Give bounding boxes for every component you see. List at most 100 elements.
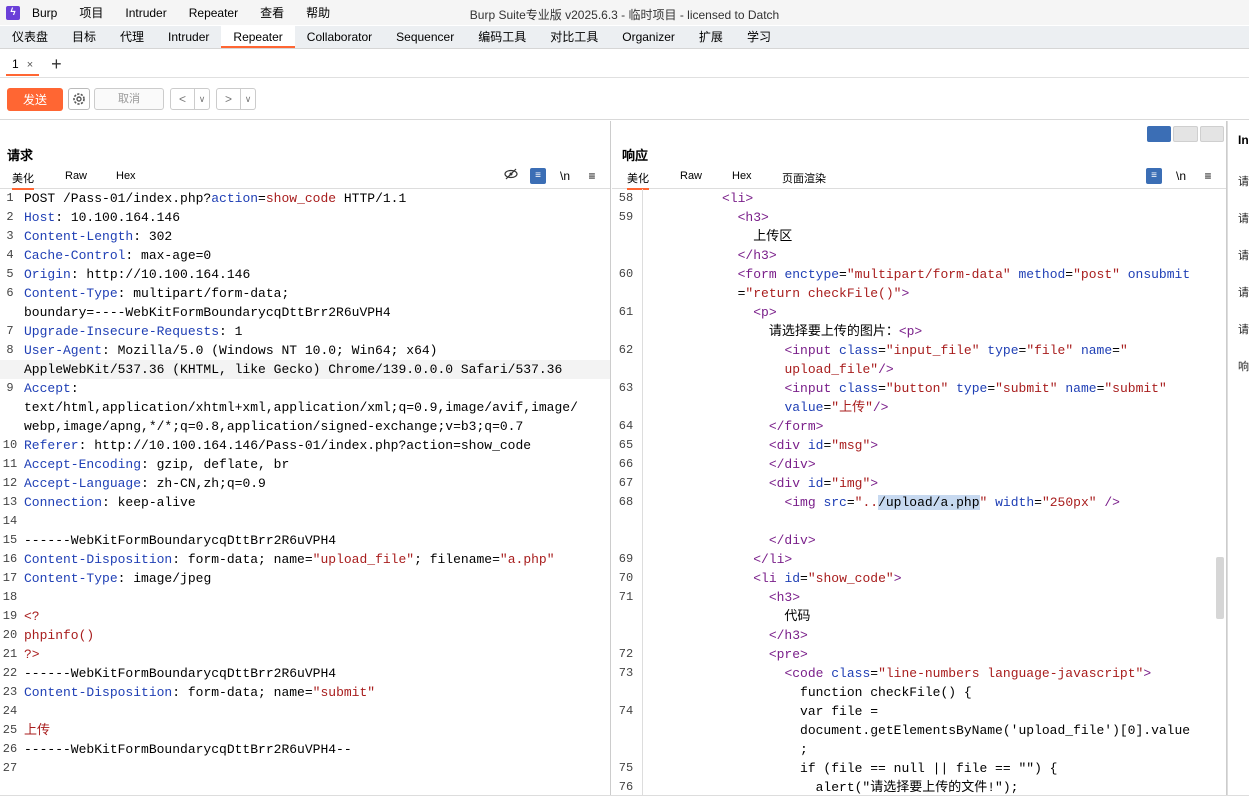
tab-sequencer[interactable]: Sequencer <box>384 26 466 48</box>
code-line[interactable]: 64 </form> <box>612 417 1226 436</box>
code-line[interactable]: AppleWebKit/537.36 (KHTML, like Gecko) C… <box>0 360 610 379</box>
tab-decoder[interactable]: 编码工具 <box>466 26 538 48</box>
code-line[interactable]: 66 </div> <box>612 455 1226 474</box>
forward-button[interactable]: > <box>217 89 241 109</box>
back-button[interactable]: < <box>171 89 195 109</box>
code-line[interactable]: 75 if (file == null || file == "") { <box>612 759 1226 778</box>
inspector-item[interactable]: 请 <box>1238 247 1249 263</box>
send-button[interactable]: 发送 <box>7 87 63 111</box>
tab-organizer[interactable]: Organizer <box>610 26 687 48</box>
code-line[interactable]: 代码 <box>612 607 1226 626</box>
response-scrollbar[interactable] <box>1216 557 1224 619</box>
code-line[interactable]: 20 phpinfo() <box>0 626 610 645</box>
code-line[interactable]: 67 <div id="img"> <box>612 474 1226 493</box>
code-line[interactable]: 12 Accept-Language: zh-CN,zh;q=0.9 <box>0 474 610 493</box>
code-line[interactable]: 3 Content-Length: 302 <box>0 227 610 246</box>
code-line[interactable]: 23 Content-Disposition: form-data; name="… <box>0 683 610 702</box>
code-line[interactable]: 27 <box>0 759 610 778</box>
wrap-icon[interactable]: ≡ <box>530 168 546 184</box>
code-line[interactable]: ; <box>612 740 1226 759</box>
menu-intruder[interactable]: Intruder <box>125 6 166 20</box>
tab-learn[interactable]: 学习 <box>735 26 783 48</box>
code-line[interactable]: document.getElementsByName('upload_file'… <box>612 721 1226 740</box>
newline-icon[interactable]: \n <box>557 168 573 184</box>
newline-icon[interactable]: \n <box>1173 168 1189 184</box>
inspector-item[interactable]: 请 <box>1238 173 1249 189</box>
stacked-view-button[interactable] <box>1173 126 1198 142</box>
code-line[interactable]: 9 Accept: <box>0 379 610 398</box>
response-editor[interactable]: 58 <li> 59 <h3> 上传区 </h3> 60 <form enctype… <box>612 189 1226 797</box>
wrap-icon[interactable]: ≡ <box>1146 168 1162 184</box>
back-dropdown-icon[interactable]: ∨ <box>195 89 209 109</box>
code-line[interactable]: 2 Host: 10.100.164.146 <box>0 208 610 227</box>
code-line[interactable]: 15 ------WebKitFormBoundarycqDttBrr2R6uVP… <box>0 531 610 550</box>
inspector-item[interactable]: 请 <box>1238 284 1249 300</box>
code-line[interactable]: 71 <h3> <box>612 588 1226 607</box>
tab-repeater[interactable]: Repeater <box>221 26 295 48</box>
forward-dropdown-icon[interactable]: ∨ <box>241 89 255 109</box>
code-line[interactable]: 69 </li> <box>612 550 1226 569</box>
cancel-button[interactable]: 取消 <box>94 88 164 110</box>
response-tab-hex[interactable]: Hex <box>732 170 752 182</box>
inspector-item[interactable]: 响 <box>1238 358 1249 374</box>
code-line[interactable]: 上传区 <box>612 227 1226 246</box>
code-line[interactable]: 22 ------WebKitFormBoundarycqDttBrr2R6uVP… <box>0 664 610 683</box>
tab-collaborator[interactable]: Collaborator <box>295 26 384 48</box>
code-line[interactable]: text/html,application/xhtml+xml,applicat… <box>0 398 610 417</box>
request-tab-raw[interactable]: Raw <box>65 170 87 182</box>
response-tab-raw[interactable]: Raw <box>680 170 702 182</box>
repeater-tab-1[interactable]: 1 × <box>6 52 40 76</box>
code-line[interactable]: webp,image/apng,*/*;q=0.8,application/si… <box>0 417 610 436</box>
code-line[interactable]: 11 Accept-Encoding: gzip, deflate, br <box>0 455 610 474</box>
code-line[interactable]: 70 <li id="show_code"> <box>612 569 1226 588</box>
code-line[interactable]: function checkFile() { <box>612 683 1226 702</box>
tab-target[interactable]: 目标 <box>60 26 108 48</box>
request-tab-pretty[interactable]: 美化 <box>12 170 34 190</box>
request-tab-hex[interactable]: Hex <box>116 170 136 182</box>
eye-off-icon[interactable] <box>503 168 519 184</box>
code-line[interactable]: 68 <img src="../upload/a.php" width="250… <box>612 493 1226 512</box>
code-line[interactable]: 19 <? <box>0 607 610 626</box>
code-line[interactable]: 60 <form enctype="multipart/form-data" m… <box>612 265 1226 284</box>
code-line[interactable]: 13 Connection: keep-alive <box>0 493 610 512</box>
split-view-button[interactable] <box>1147 126 1172 142</box>
code-line[interactable]: 65 <div id="msg"> <box>612 436 1226 455</box>
add-tab-icon[interactable]: + <box>51 52 62 76</box>
response-tab-pretty[interactable]: 美化 <box>627 170 649 190</box>
code-line[interactable]: 26 ------WebKitFormBoundarycqDttBrr2R6uVP… <box>0 740 610 759</box>
code-line[interactable]: 请选择要上传的图片：<p> <box>612 322 1226 341</box>
code-line[interactable] <box>612 512 1226 531</box>
code-line[interactable]: ="return checkFile()"> <box>612 284 1226 303</box>
code-line[interactable]: 18 <box>0 588 610 607</box>
code-line[interactable]: </h3> <box>612 626 1226 645</box>
code-line[interactable]: 14 <box>0 512 610 531</box>
code-line[interactable]: boundary=----WebKitFormBoundarycqDttBrr2… <box>0 303 610 322</box>
code-line[interactable]: </div> <box>612 531 1226 550</box>
tab-proxy[interactable]: 代理 <box>108 26 156 48</box>
code-line[interactable]: 62 <input class="input_file" type="file"… <box>612 341 1226 360</box>
code-line[interactable]: 6 Content-Type: multipart/form-data; <box>0 284 610 303</box>
menu-icon[interactable]: ≡ <box>1200 168 1216 184</box>
menu-burp[interactable]: Burp <box>32 6 57 20</box>
code-line[interactable]: 58 <li> <box>612 189 1226 208</box>
code-line[interactable]: upload_file"/> <box>612 360 1226 379</box>
code-line[interactable]: 16 Content-Disposition: form-data; name="… <box>0 550 610 569</box>
code-line[interactable]: 25 上传 <box>0 721 610 740</box>
menu-help[interactable]: 帮助 <box>306 4 330 21</box>
code-line[interactable]: 7 Upgrade-Insecure-Requests: 1 <box>0 322 610 341</box>
code-line[interactable]: 59 <h3> <box>612 208 1226 227</box>
menu-project[interactable]: 项目 <box>79 4 103 21</box>
code-line[interactable]: 4 Cache-Control: max-age=0 <box>0 246 610 265</box>
menu-icon[interactable]: ≡ <box>584 168 600 184</box>
menu-view[interactable]: 查看 <box>260 4 284 21</box>
tabbed-view-button[interactable] <box>1199 126 1224 142</box>
code-line[interactable]: value="上传"/> <box>612 398 1226 417</box>
code-line[interactable]: 72 <pre> <box>612 645 1226 664</box>
code-line[interactable]: 63 <input class="button" type="submit" n… <box>612 379 1226 398</box>
code-line[interactable]: </h3> <box>612 246 1226 265</box>
tab-extensions[interactable]: 扩展 <box>687 26 735 48</box>
menu-repeater[interactable]: Repeater <box>189 6 238 20</box>
request-editor[interactable]: 1 POST /Pass-01/index.php?action=show_cod… <box>0 189 610 778</box>
gear-icon[interactable] <box>68 88 90 110</box>
response-tab-render[interactable]: 页面渲染 <box>782 170 826 186</box>
